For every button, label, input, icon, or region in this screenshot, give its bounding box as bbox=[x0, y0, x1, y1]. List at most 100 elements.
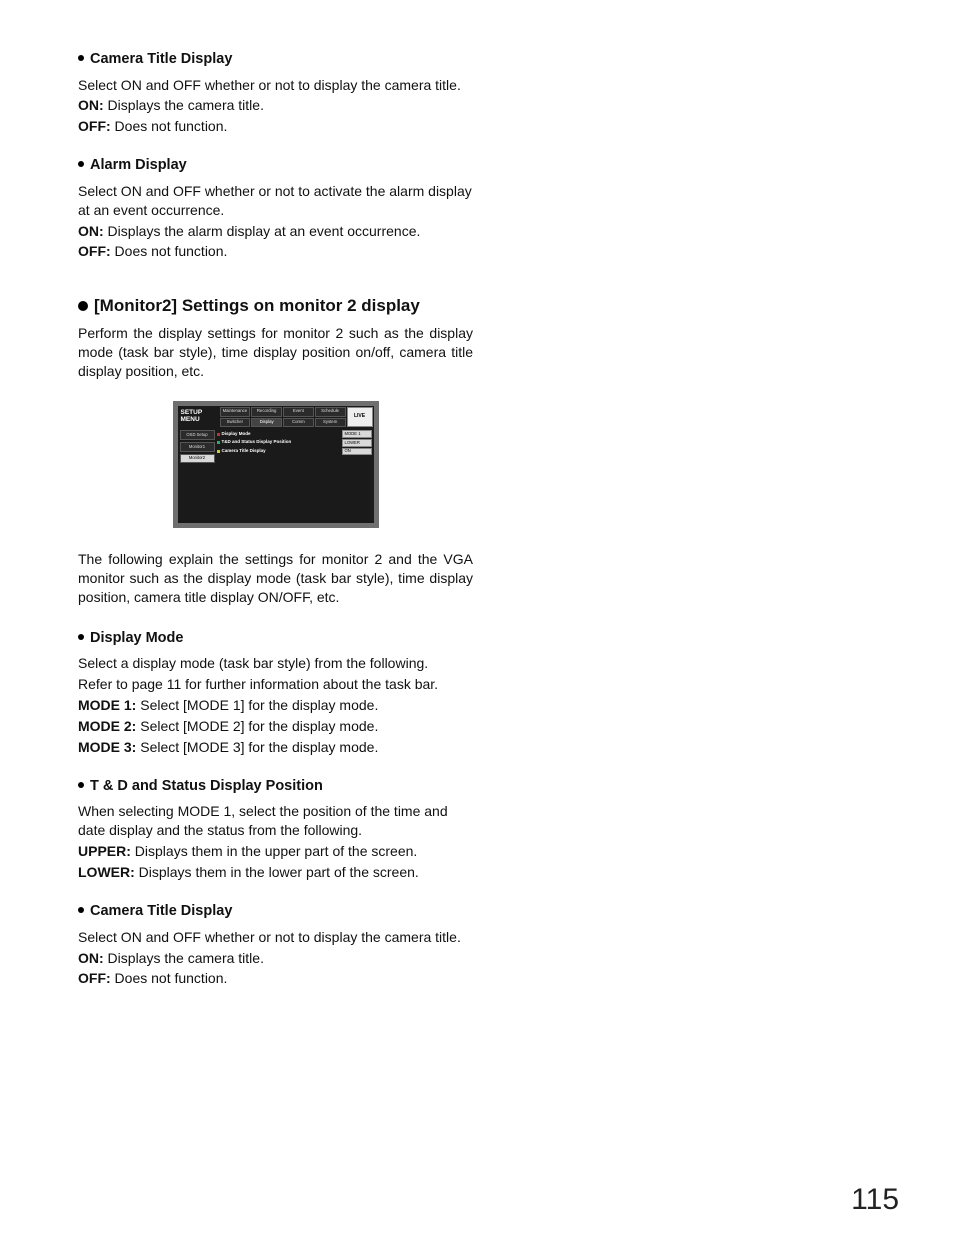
page-number: 115 bbox=[851, 1183, 899, 1217]
option-label: OFF: bbox=[78, 243, 111, 259]
figure-tab: Maintenance bbox=[220, 407, 251, 417]
document-page: Camera Title Display Select ON and OFF w… bbox=[0, 0, 954, 1237]
figure-tab: Comm bbox=[283, 418, 314, 428]
paragraph: Select ON and OFF whether or not to disp… bbox=[78, 76, 473, 95]
figure-side-button-active: Monitor2 bbox=[180, 454, 215, 464]
option-label: OFF: bbox=[78, 118, 111, 134]
option-label: MODE 1: bbox=[78, 697, 136, 713]
subheading-text: Camera Title Display bbox=[90, 903, 232, 919]
bullet-icon bbox=[78, 782, 84, 788]
figure-screen: SETUP MENU Maintenance Recording Event S… bbox=[178, 406, 374, 523]
figure-title: SETUP MENU bbox=[178, 406, 219, 427]
option-text: Displays the alarm display at an event o… bbox=[104, 223, 421, 239]
bullet-icon bbox=[78, 907, 84, 913]
figure-tabs: Maintenance Recording Event Schedule Swi… bbox=[219, 406, 347, 427]
figure-main: Display Mode MODE 1 T&D and Status Displ… bbox=[217, 430, 374, 463]
figure-side-button: Monitor1 bbox=[180, 442, 215, 452]
section-td-status: T & D and Status Display Position When s… bbox=[78, 777, 473, 882]
paragraph: Select ON and OFF whether or not to acti… bbox=[78, 182, 473, 220]
option-on: ON: Displays the camera title. bbox=[78, 96, 473, 115]
subheading: Display Mode bbox=[78, 629, 473, 649]
subheading-text: Display Mode bbox=[90, 630, 183, 646]
option-text: Select [MODE 2] for the display mode. bbox=[136, 718, 378, 734]
figure-live-button: LIVE bbox=[347, 407, 373, 427]
figure-tab: Recording bbox=[251, 407, 282, 417]
bullet-icon bbox=[78, 301, 88, 311]
figure-setting-row: Display Mode MODE 1 bbox=[217, 430, 372, 438]
square-icon bbox=[217, 450, 220, 453]
subheading: Camera Title Display bbox=[78, 50, 473, 70]
figure-tab-active: Display bbox=[251, 418, 282, 428]
option-label: UPPER: bbox=[78, 843, 131, 859]
figure-side-button: OSD Setup bbox=[180, 430, 215, 440]
section-display-mode: Display Mode Select a display mode (task… bbox=[78, 629, 473, 757]
figure-tab: Schedule bbox=[315, 407, 346, 417]
subheading-text: T & D and Status Display Position bbox=[90, 778, 323, 794]
figure-setting-label: Display Mode bbox=[222, 432, 340, 437]
option-text: Displays the camera title. bbox=[104, 950, 264, 966]
figure-body: OSD Setup Monitor1 Monitor2 Display Mode… bbox=[178, 430, 374, 463]
content-column: Camera Title Display Select ON and OFF w… bbox=[78, 50, 473, 988]
figure-tab: Event bbox=[283, 407, 314, 417]
option-label: MODE 2: bbox=[78, 718, 136, 734]
option-off: OFF: Does not function. bbox=[78, 969, 473, 988]
paragraph: Refer to page 11 for further information… bbox=[78, 675, 473, 694]
subheading: T & D and Status Display Position bbox=[78, 777, 473, 797]
option-text: Does not function. bbox=[111, 118, 228, 134]
paragraph: Perform the display settings for monitor… bbox=[78, 324, 473, 381]
heading-text: [Monitor2] Settings on monitor 2 display bbox=[94, 296, 420, 315]
option-lower: LOWER: Displays them in the lower part o… bbox=[78, 863, 473, 882]
option-label: LOWER: bbox=[78, 864, 135, 880]
figure-setting-label: Camera Title Display bbox=[222, 449, 340, 454]
option-label: ON: bbox=[78, 223, 104, 239]
figure-titlebar: SETUP MENU Maintenance Recording Event S… bbox=[178, 406, 374, 427]
bullet-icon bbox=[78, 55, 84, 61]
section-alarm: Alarm Display Select ON and OFF whether … bbox=[78, 156, 473, 261]
paragraph: The following explain the settings for m… bbox=[78, 550, 473, 607]
option-text: Select [MODE 3] for the display mode. bbox=[136, 739, 378, 755]
paragraph: Select a display mode (task bar style) f… bbox=[78, 654, 473, 673]
option-off: OFF: Does not function. bbox=[78, 242, 473, 261]
subheading-text: Alarm Display bbox=[90, 157, 187, 173]
option-on: ON: Displays the camera title. bbox=[78, 949, 473, 968]
subheading: Alarm Display bbox=[78, 156, 473, 176]
bullet-icon bbox=[78, 634, 84, 640]
option-text: Does not function. bbox=[111, 970, 228, 986]
paragraph: When selecting MODE 1, select the positi… bbox=[78, 802, 473, 840]
option-on: ON: Displays the alarm display at an eve… bbox=[78, 222, 473, 241]
paragraph: Select ON and OFF whether or not to disp… bbox=[78, 928, 473, 947]
option-mode1: MODE 1: Select [MODE 1] for the display … bbox=[78, 696, 473, 715]
section-camera-title-1: Camera Title Display Select ON and OFF w… bbox=[78, 50, 473, 136]
figure-setting-row: T&D and Status Display Position LOWER bbox=[217, 439, 372, 447]
option-label: MODE 3: bbox=[78, 739, 136, 755]
option-text: Displays the camera title. bbox=[104, 97, 264, 113]
square-icon bbox=[217, 441, 220, 444]
square-icon bbox=[217, 433, 220, 436]
option-label: ON: bbox=[78, 97, 104, 113]
section-heading-monitor2: [Monitor2] Settings on monitor 2 display bbox=[78, 295, 473, 318]
option-text: Does not function. bbox=[111, 243, 228, 259]
figure-frame: SETUP MENU Maintenance Recording Event S… bbox=[173, 401, 379, 528]
option-text: Select [MODE 1] for the display mode. bbox=[136, 697, 378, 713]
option-text: Displays them in the lower part of the s… bbox=[135, 864, 419, 880]
figure-tab: System bbox=[315, 418, 346, 428]
option-label: OFF: bbox=[78, 970, 111, 986]
section-camera-title-2: Camera Title Display Select ON and OFF w… bbox=[78, 902, 473, 988]
option-mode2: MODE 2: Select [MODE 2] for the display … bbox=[78, 717, 473, 736]
figure-tab: Switcher bbox=[220, 418, 251, 428]
figure-tabs-row-1: Maintenance Recording Event Schedule bbox=[219, 406, 347, 417]
figure-setting-value: ON bbox=[342, 448, 372, 456]
subheading-text: Camera Title Display bbox=[90, 51, 232, 67]
option-off: OFF: Does not function. bbox=[78, 117, 473, 136]
figure-sidebar: OSD Setup Monitor1 Monitor2 bbox=[178, 430, 217, 463]
embedded-ui-screenshot: SETUP MENU Maintenance Recording Event S… bbox=[173, 401, 379, 528]
figure-setting-label: T&D and Status Display Position bbox=[222, 440, 340, 445]
option-label: ON: bbox=[78, 950, 104, 966]
figure-setting-value: MODE 1 bbox=[342, 430, 372, 438]
option-mode3: MODE 3: Select [MODE 3] for the display … bbox=[78, 738, 473, 757]
subheading: Camera Title Display bbox=[78, 902, 473, 922]
option-upper: UPPER: Displays them in the upper part o… bbox=[78, 842, 473, 861]
figure-setting-value: LOWER bbox=[342, 439, 372, 447]
option-text: Displays them in the upper part of the s… bbox=[131, 843, 417, 859]
figure-setting-row: Camera Title Display ON bbox=[217, 448, 372, 456]
